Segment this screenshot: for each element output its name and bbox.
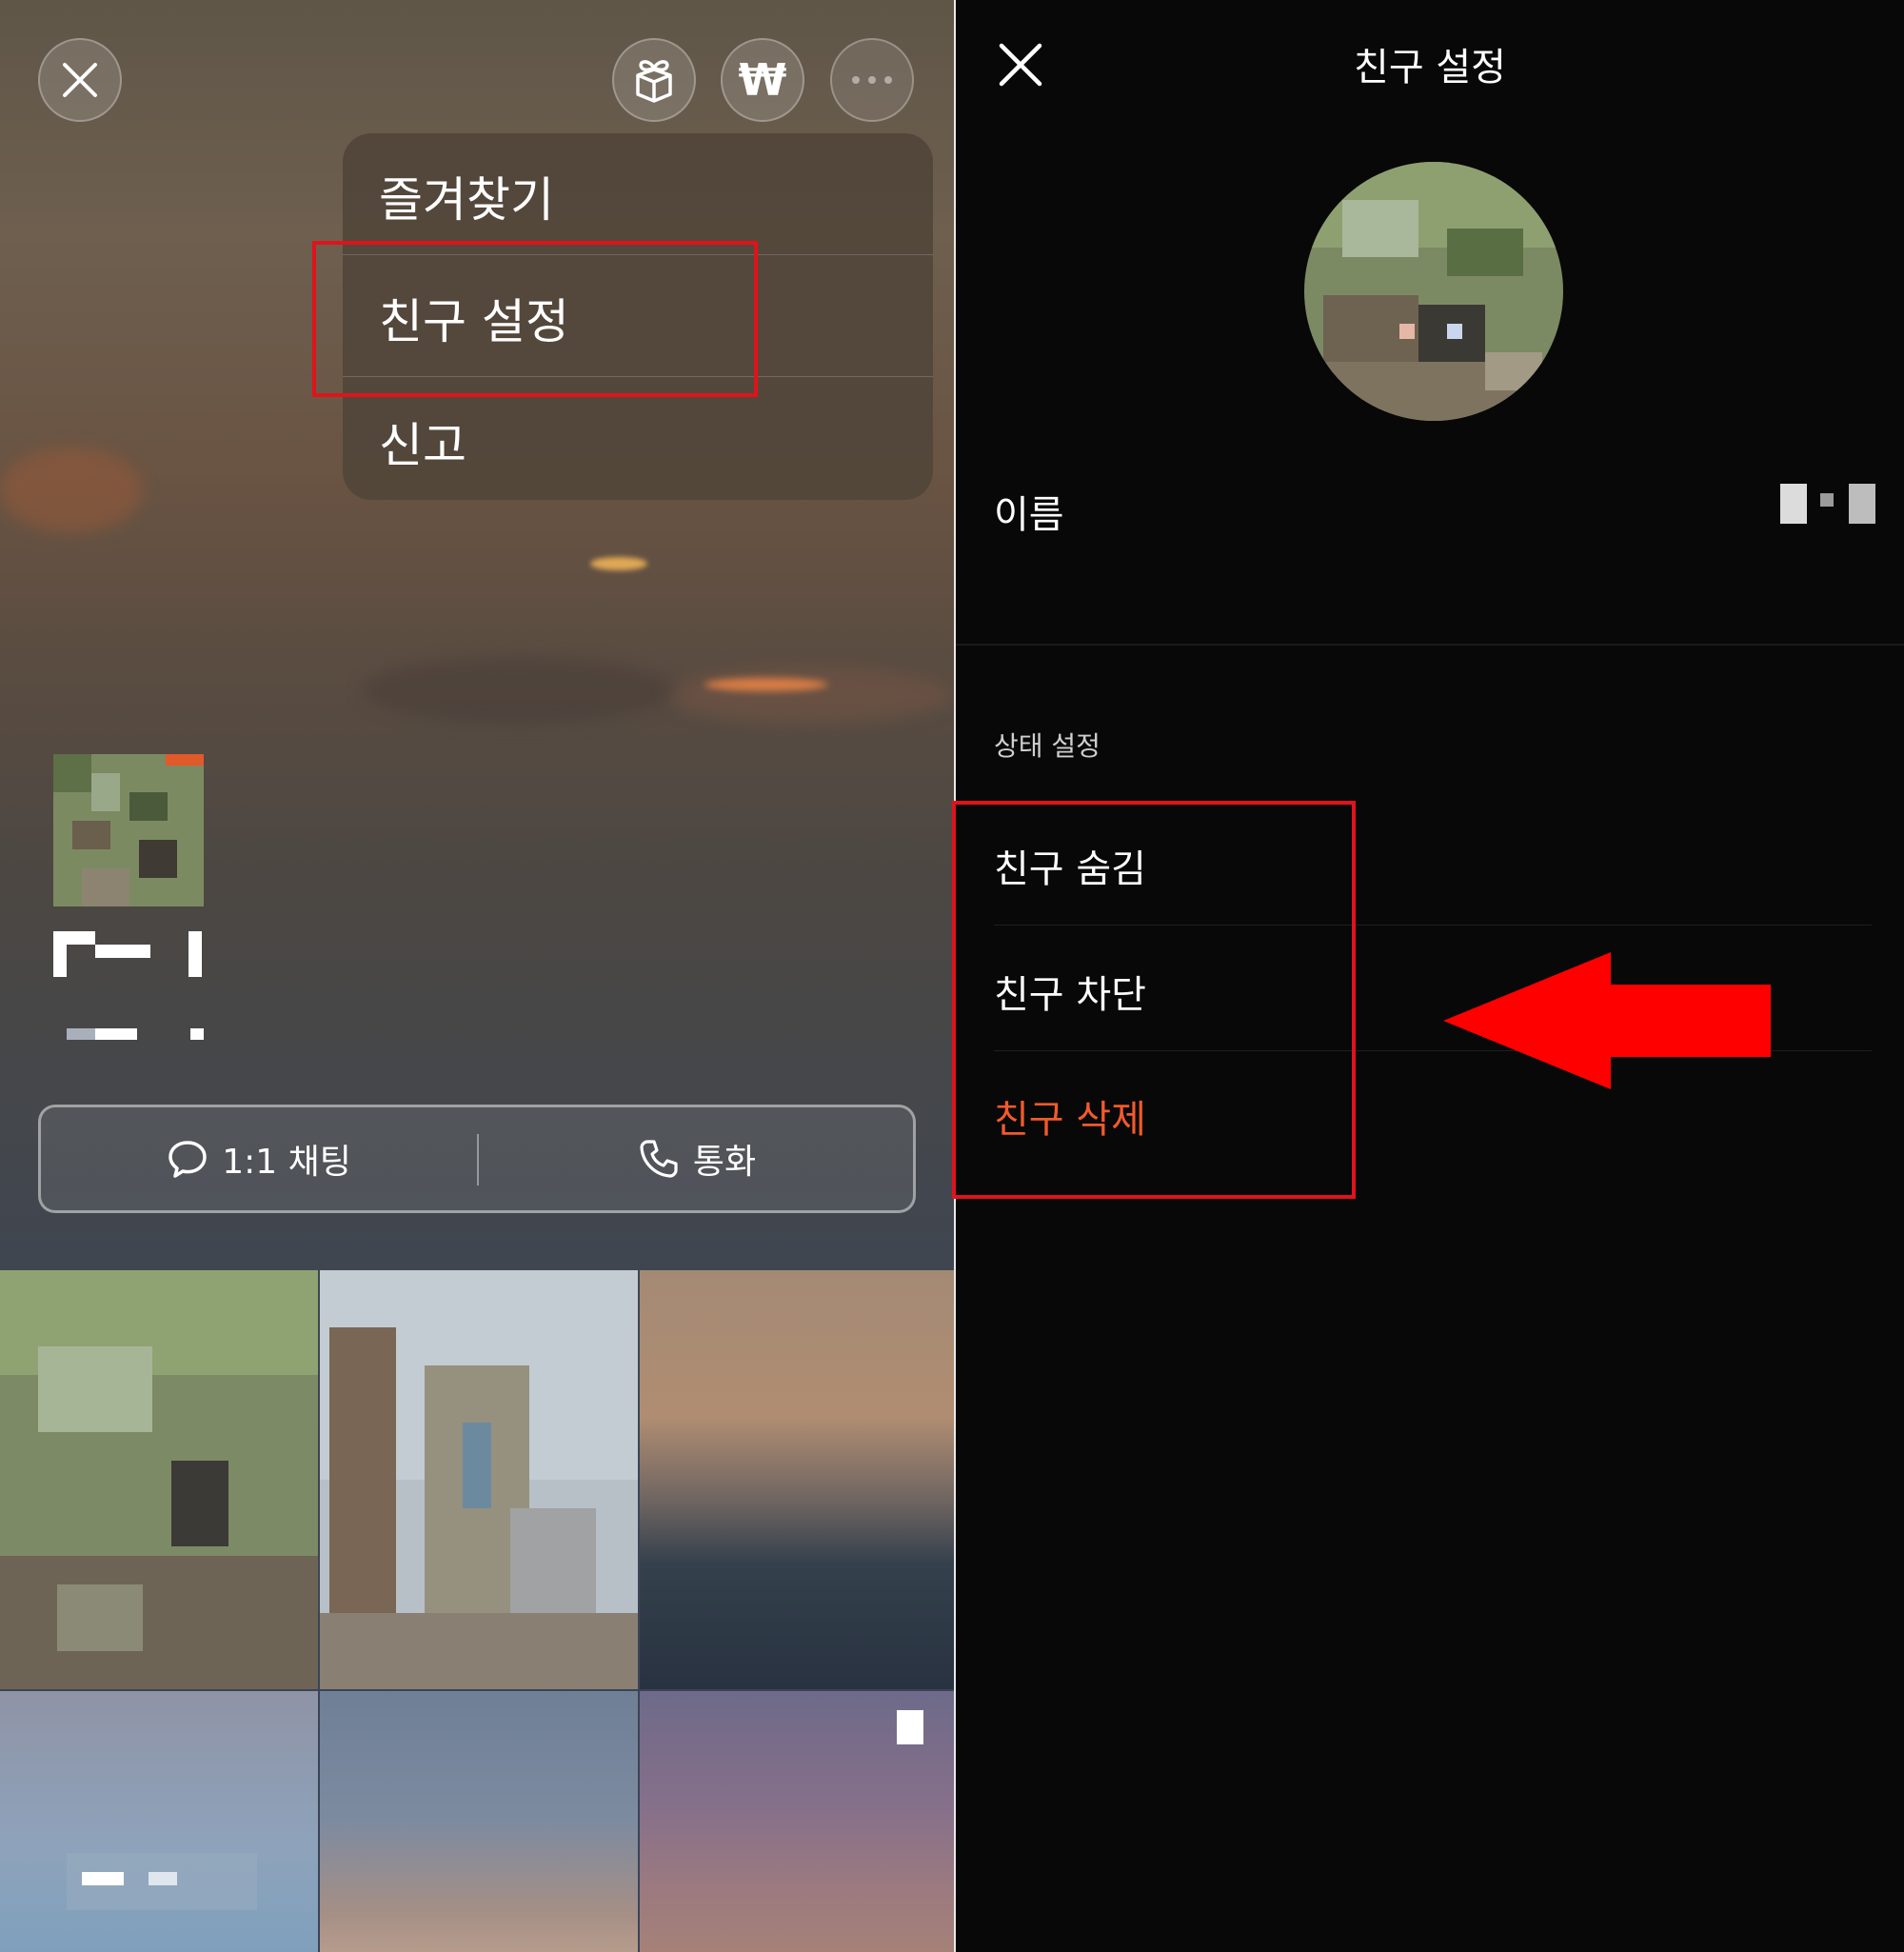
money-button[interactable]: ₩ — [721, 38, 804, 122]
sky-cloud — [0, 448, 143, 533]
call-label: 통화 — [692, 1143, 757, 1182]
photo-block — [171, 1461, 228, 1546]
avatar-block — [129, 792, 168, 821]
chat-bubble-icon — [169, 1141, 207, 1178]
friend-settings-screen: 친구 설정 이름 상태 설정 친구 숨김 친구 차단 친구 삭제 — [952, 0, 1904, 1952]
section-divider — [956, 644, 1904, 646]
name-block — [1820, 493, 1834, 507]
avatar — [1304, 162, 1563, 421]
call-button[interactable]: 통화 — [479, 1107, 915, 1210]
avatar[interactable] — [53, 754, 204, 906]
more-icon — [852, 76, 892, 84]
chat-label: 1:1 채팅 — [222, 1143, 351, 1182]
avatar-block — [166, 754, 204, 766]
name-block — [1849, 484, 1875, 524]
photo-thumbnail[interactable] — [0, 1270, 318, 1689]
won-icon: ₩ — [738, 54, 787, 106]
avatar-block — [91, 773, 120, 811]
highlight-box — [312, 241, 758, 397]
phone-icon — [640, 1140, 678, 1178]
avatar-block — [1447, 229, 1523, 276]
photo-block — [897, 1710, 923, 1744]
photo-thumbnail[interactable] — [640, 1691, 954, 1952]
name-block — [188, 931, 202, 977]
photo-block — [38, 1346, 152, 1432]
avatar-block — [72, 821, 110, 849]
photo-thumbnail[interactable] — [320, 1691, 638, 1952]
name-block — [67, 1028, 95, 1040]
highlight-box — [952, 801, 1356, 1199]
avatar-block — [53, 754, 91, 792]
name-block — [190, 1028, 204, 1040]
menu-item-favorite[interactable]: 즐겨찾기 — [379, 162, 554, 230]
avatar-block — [1485, 352, 1542, 390]
photo-block — [320, 1613, 638, 1689]
action-bar: 1:1 채팅 통화 — [38, 1105, 916, 1213]
avatar-block — [1399, 324, 1415, 339]
photo-block — [82, 1872, 124, 1885]
arrow-left-icon — [1443, 952, 1771, 1089]
avatar-block — [82, 868, 129, 906]
name-value — [1780, 484, 1875, 524]
sky-cloud — [666, 667, 952, 724]
profile-screen: ₩ 즐겨찾기 친구 설정 신고 1:1 채팅 통화 — [0, 0, 954, 1952]
name-block — [53, 931, 95, 945]
photo-thumbnail[interactable] — [320, 1270, 638, 1689]
close-icon — [63, 63, 97, 97]
profile-name — [53, 931, 206, 1046]
chat-button[interactable]: 1:1 채팅 — [41, 1107, 477, 1210]
avatar-block — [1342, 200, 1418, 257]
name-block — [53, 945, 67, 977]
name-label: 이름 — [994, 493, 1064, 537]
avatar-block — [1447, 324, 1462, 339]
name-block — [95, 945, 150, 958]
photo-block — [463, 1423, 491, 1508]
more-button[interactable] — [830, 38, 914, 122]
gift-icon — [636, 60, 672, 103]
photo-thumbnail[interactable] — [640, 1270, 954, 1689]
photo-block — [57, 1584, 143, 1651]
sky-cloud — [590, 557, 647, 570]
photo-gallery — [0, 1270, 954, 1952]
status-section-label: 상태 설정 — [994, 730, 1101, 762]
photo-block — [149, 1872, 177, 1885]
photo-thumbnail[interactable] — [0, 1691, 318, 1952]
name-block — [1780, 484, 1807, 524]
close-button[interactable] — [38, 38, 122, 122]
photo-block — [329, 1327, 396, 1613]
sky-cloud — [362, 657, 676, 724]
sky-cloud — [704, 678, 828, 691]
avatar-block — [139, 840, 177, 878]
page-title: 친구 설정 — [1354, 46, 1506, 90]
photo-block — [0, 1556, 318, 1689]
menu-item-report[interactable]: 신고 — [379, 408, 466, 476]
name-block — [95, 1028, 137, 1040]
gift-button[interactable] — [612, 38, 696, 122]
